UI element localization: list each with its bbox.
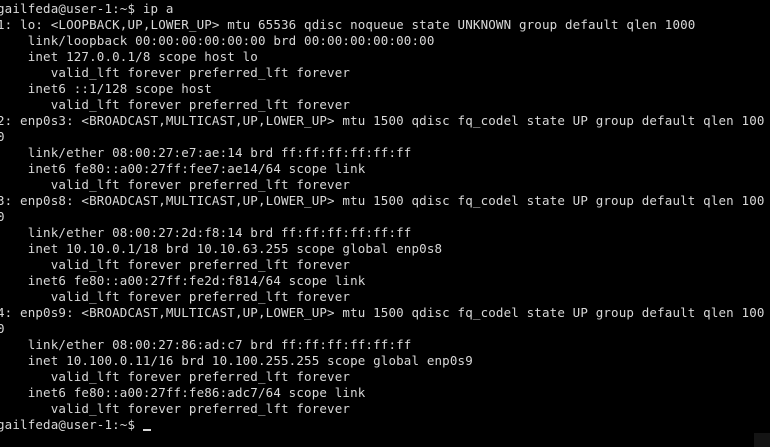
output-line: inet6 ::1/128 scope host [0,81,212,96]
output-line: link/loopback 00:00:00:00:00:00 brd 00:0… [0,33,435,48]
output-line: link/ether 08:00:27:2d:f8:14 brd ff:ff:f… [0,225,412,240]
command-prompt-line[interactable]: gailfeda@user-1:~$ [0,417,770,433]
output-line: inet 10.10.0.1/18 brd 10.10.63.255 scope… [0,241,443,256]
output-line: inet6 fe80::a00:27ff:fe86:adc7/64 scope … [0,385,366,400]
output-line: valid_lft forever preferred_lft forever [0,177,351,192]
output-line: 3: enp0s8: <BROADCAST,MULTICAST,UP,LOWER… [0,193,765,208]
output-line: gailfeda@user-1:~$ ip a [0,1,174,16]
output-line: valid_lft forever preferred_lft forever [0,401,351,416]
output-line: 4: enp0s9: <BROADCAST,MULTICAST,UP,LOWER… [0,305,765,320]
output-line: valid_lft forever preferred_lft forever [0,257,351,272]
output-line: 0 [0,209,5,224]
corner-strip [754,433,770,447]
shell-prompt: gailfeda@user-1:~$ [0,417,143,432]
output-line: 1: lo: <LOOPBACK,UP,LOWER_UP> mtu 65536 … [0,17,696,32]
output-line: 0 [0,129,5,144]
output-line: valid_lft forever preferred_lft forever [0,289,351,304]
text-cursor [142,429,151,431]
terminal-window[interactable]: gailfeda@user-1:~$ ip a 1: lo: <LOOPBACK… [0,0,770,447]
output-line: link/ether 08:00:27:86:ad:c7 brd ff:ff:f… [0,337,412,352]
output-line: valid_lft forever preferred_lft forever [0,369,351,384]
output-line: inet 127.0.0.1/8 scope host lo [0,49,258,64]
output-line: inet 10.100.0.11/16 brd 10.100.255.255 s… [0,353,473,368]
output-line: 0 [0,321,5,336]
output-line: valid_lft forever preferred_lft forever [0,97,351,112]
output-line: inet6 fe80::a00:27ff:fe2d:f814/64 scope … [0,273,366,288]
output-line: valid_lft forever preferred_lft forever [0,65,351,80]
output-line: 2: enp0s3: <BROADCAST,MULTICAST,UP,LOWER… [0,113,765,128]
output-line: link/ether 08:00:27:e7:ae:14 brd ff:ff:f… [0,145,412,160]
output-line: inet6 fe80::a00:27ff:fee7:ae14/64 scope … [0,161,366,176]
terminal-output: gailfeda@user-1:~$ ip a 1: lo: <LOOPBACK… [0,1,770,433]
